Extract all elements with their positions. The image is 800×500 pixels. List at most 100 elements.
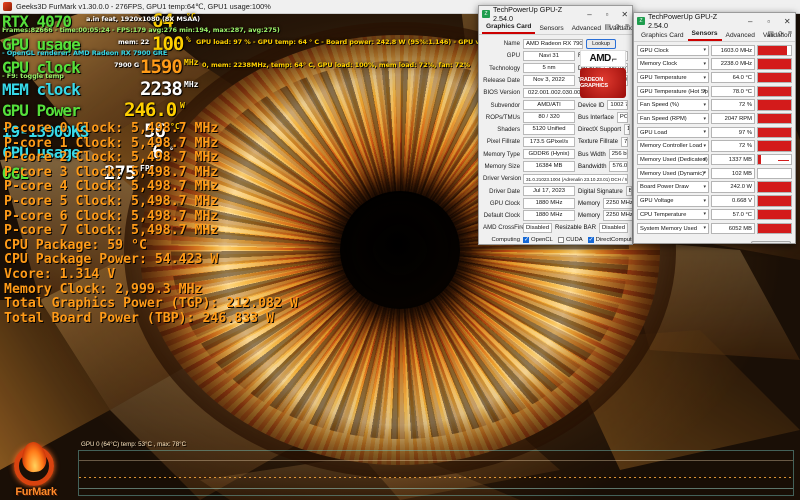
- osd-value: 1590: [140, 58, 182, 77]
- sensor-name-select[interactable]: Memory Used (Dynamic): [637, 168, 709, 179]
- sensor-graph: [757, 58, 792, 69]
- sensor-name-select[interactable]: CPU Temperature: [637, 209, 709, 220]
- sensor-row: GPU Load97 %: [637, 126, 792, 139]
- gpuz-field-label: Pixel Fillrate: [483, 138, 523, 145]
- sensor-name-select[interactable]: GPU Temperature: [637, 72, 709, 83]
- gpuz-field-value: Disabled: [523, 223, 552, 233]
- sensor-graph-fill: [758, 182, 791, 191]
- tab-graphics-card[interactable]: Graphics Card: [637, 31, 688, 41]
- sensor-value: 2238.0 MHz: [711, 58, 755, 69]
- gpuz-sensors-footer: Log to file Reset: [634, 238, 795, 244]
- osd-value: 246.0: [124, 101, 176, 120]
- refresh-icon[interactable]: ⟳: [615, 23, 621, 31]
- sensor-value: 97 %: [711, 127, 755, 138]
- sensor-value: 1603.0 MHz: [711, 45, 755, 56]
- gpuz-field-label-2: Device ID: [575, 102, 607, 109]
- gpuz-sensors-tabs[interactable]: Graphics Card Sensors Advanced Validatio…: [634, 29, 795, 42]
- radeon-badge: RADEON GRAPHICS: [580, 68, 626, 98]
- checkbox-opencl[interactable]: OpenCL: [523, 237, 553, 243]
- osd-subtext: mem: 22: [118, 39, 149, 46]
- tab-sensors[interactable]: Sensors: [688, 29, 722, 41]
- sensor-name-select[interactable]: GPU Temperature (Hot Spot): [637, 86, 709, 97]
- gpuz-field-value-2: 2250 MHz: [603, 198, 633, 208]
- sensor-name-select[interactable]: Memory Clock: [637, 58, 709, 69]
- refresh-icon[interactable]: ⟳: [778, 30, 784, 38]
- gpuz-card-titlebar[interactable]: Z TechPowerUp GPU-Z 2.54.0 – ▫ ✕: [479, 6, 632, 22]
- gpuz-field-label-2: DirectX Support: [575, 126, 624, 133]
- sensor-name-select[interactable]: Memory Controller Load: [637, 140, 709, 151]
- sensor-graph-fill: [758, 196, 791, 205]
- close-window-button[interactable]: ✕: [617, 7, 632, 22]
- maximize-button[interactable]: ▫: [761, 14, 777, 29]
- tab-advanced[interactable]: Advanced: [722, 31, 759, 41]
- sensor-name-select[interactable]: Memory Used (Dedicated): [637, 154, 709, 165]
- osd-subtext: 7900 G: [114, 62, 139, 69]
- gpuz-graphics-card-window[interactable]: Z TechPowerUp GPU-Z 2.54.0 – ▫ ✕ Graphic…: [478, 5, 633, 245]
- gpuz-card-title: TechPowerUp GPU-Z 2.54.0: [493, 5, 576, 23]
- gpuz-field-label: ROPs/TMUs: [483, 114, 523, 121]
- sensor-row: GPU Clock1603.0 MHz: [637, 44, 792, 57]
- gpuz-field-value: Nov 3, 2022: [523, 75, 575, 85]
- minimize-button[interactable]: –: [742, 14, 758, 29]
- sensor-graph-fill: [758, 73, 791, 82]
- menu-icon[interactable]: ≡: [625, 23, 629, 31]
- sensor-value: 57.0 °C: [711, 209, 755, 220]
- sensor-name-select[interactable]: GPU Voltage: [637, 195, 709, 206]
- gpuz-field-value: GDDR6 (Hynix): [523, 149, 575, 159]
- gpuz-icon: Z: [482, 10, 490, 18]
- sensor-name-select[interactable]: GPU Load: [637, 127, 709, 138]
- gpuz-card-tabs[interactable]: Graphics Card Sensors Advanced Validatio…: [479, 22, 632, 35]
- sensor-row: Memory Used (Dedicated)1337 MB: [637, 154, 792, 167]
- gpuz-field-value: 16384 MB: [523, 161, 575, 171]
- sensor-row: Fan Speed (%)72 %: [637, 99, 792, 112]
- sensor-graph-fill: [758, 114, 791, 123]
- gpuz-field-value: 1880 MHz: [523, 210, 575, 220]
- sensor-value: 64.0 °C: [711, 72, 755, 83]
- radeon-badge-text: RADEON GRAPHICS: [580, 77, 626, 90]
- gpuz-field-row: AMD CrossFireDisabledResizable BARDisabl…: [483, 222, 628, 233]
- gpuz-field-label-2: Digital Signature: [575, 188, 626, 195]
- sensor-value: 72 %: [711, 140, 755, 151]
- tab-advanced[interactable]: Advanced: [568, 24, 605, 34]
- camera-icon[interactable]: ▤: [604, 23, 611, 31]
- gpuz-field-value-2: Disabled: [599, 223, 628, 233]
- lookup-button[interactable]: Lookup: [586, 39, 616, 49]
- sensor-name-select[interactable]: Board Power Draw: [637, 181, 709, 192]
- checkbox-cuda[interactable]: CUDA: [558, 237, 583, 243]
- amd-radeon-logo: AMD⌐ RADEON GRAPHICS: [579, 50, 627, 100]
- amd-wordmark: AMD⌐: [580, 50, 626, 67]
- gpuz-field-value: AMD/ATI: [523, 100, 575, 110]
- gpuz-field-label: Driver Date: [483, 188, 523, 195]
- sensor-name-select[interactable]: Fan Speed (%): [637, 99, 709, 110]
- tab-graphics-card[interactable]: Graphics Card: [482, 22, 535, 34]
- checkbox-directcompute[interactable]: DirectCompute: [588, 237, 633, 243]
- tab-sensors[interactable]: Sensors: [535, 24, 567, 34]
- gpuz-field-label: GPU: [483, 52, 523, 59]
- gpuz-sensors-window[interactable]: Z TechPowerUp GPU-Z 2.54.0 – ▫ ✕ Graphic…: [633, 12, 796, 244]
- sensor-graph-fill: [758, 128, 791, 137]
- sensor-row: Memory Clock2238.0 MHz: [637, 58, 792, 71]
- osd-unit: MHz: [184, 81, 198, 89]
- camera-icon[interactable]: ▤: [767, 30, 774, 38]
- minimize-button[interactable]: –: [582, 7, 597, 22]
- gpuz-field-value: 1880 MHz: [523, 198, 575, 208]
- gpuz-field-label-2: Bus Width: [575, 151, 609, 158]
- sensor-name-select[interactable]: GPU Clock: [637, 45, 709, 56]
- osd-label: GPU Power: [2, 103, 80, 119]
- gpuz-sensors-titlebar[interactable]: Z TechPowerUp GPU-Z 2.54.0 – ▫ ✕: [634, 13, 795, 29]
- hwinfo-osd-list: P-core 0 Clock: 5,498.7 MHz P-core 1 Clo…: [4, 122, 298, 326]
- sensor-row: Memory Used (Dynamic)102 MB: [637, 167, 792, 180]
- reset-button[interactable]: Reset: [751, 241, 791, 244]
- sensor-graph: [757, 223, 792, 234]
- gpuz-field-label: Memory Type: [483, 151, 523, 158]
- sensor-name-select[interactable]: Fan Speed (RPM): [637, 113, 709, 124]
- sensor-graph: [757, 113, 792, 124]
- gpuz-field-value: Jul 17, 2023: [523, 186, 575, 196]
- gpuz-field-value-2: 12 (12_2): [624, 124, 630, 134]
- maximize-button[interactable]: ▫: [600, 7, 615, 22]
- sensor-value: 72 %: [711, 99, 755, 110]
- sensor-graph-fill: [758, 100, 791, 109]
- menu-icon[interactable]: ≡: [788, 30, 792, 38]
- close-window-button[interactable]: ✕: [779, 14, 795, 29]
- sensor-name-select[interactable]: System Memory Used: [637, 223, 709, 234]
